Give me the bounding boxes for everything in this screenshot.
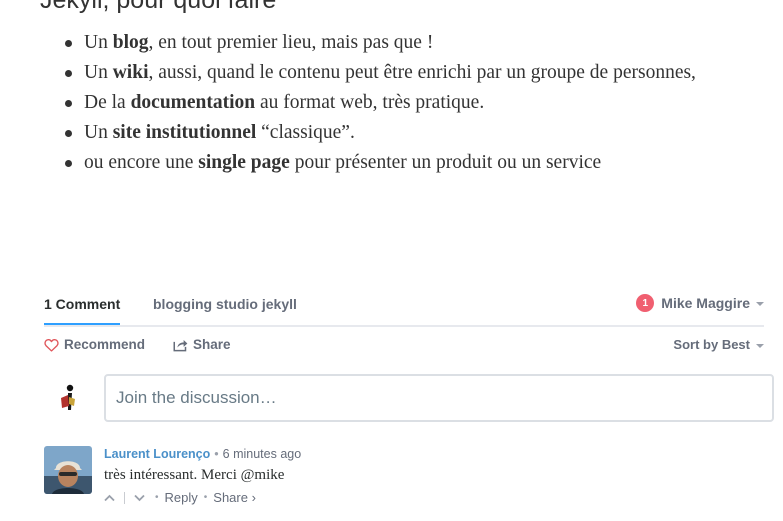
item-bold: site institutionnel [112,122,257,143]
list-item: Un site institutionnel “classique”. [62,118,752,148]
chevron-down-icon [756,343,764,348]
user-avatar[interactable] [56,384,82,414]
item-text: , en tout premier lieu, mais pas que ! [148,32,434,53]
item-bold: single page [198,152,290,173]
share-comment-button[interactable]: Share › [213,490,256,505]
recommend-label: Recommend [64,337,146,352]
item-text: , aussi, quand le contenu peut être enri… [148,62,696,83]
tab-community[interactable]: blogging studio jekyll [153,296,297,312]
sort-label: Sort by Best [673,337,750,352]
bullet-dot [65,160,72,167]
share-icon [173,339,188,351]
tab-comment-count[interactable]: 1 Comment [44,296,121,325]
list-item: De la documentation au format web, très … [62,88,752,118]
chevron-up-icon [104,494,115,501]
share-button[interactable]: Share [173,337,231,352]
comments-nav: 1 Comment blogging studio jekyll 1 Mike … [44,288,764,327]
share-label: Share [193,337,231,352]
commenter-avatar[interactable] [44,446,92,494]
comment-body: Laurent Lourenço • 6 minutes ago très inté… [104,446,754,505]
action-bar: Recommend Share Sort by Best [44,337,764,357]
list-item: Un blog, en tout premier lieu, mais pas … [62,28,752,58]
comment-footer: • Reply • Share › [104,490,754,505]
upvote-button[interactable] [104,491,115,505]
item-text: “classique”. [256,122,355,143]
comment-meta: Laurent Lourenço • 6 minutes ago [104,446,754,462]
chevron-down-icon [134,494,145,501]
footer-separator: • [155,492,159,503]
footer-separator: • [203,492,208,503]
bullet-dot [65,40,72,47]
sort-dropdown[interactable]: Sort by Best [673,337,764,352]
vote-divider [124,491,125,504]
article-heading: Jekyll, pour quoi faire [40,0,277,14]
item-bold: documentation [130,92,256,113]
item-text: Un [84,62,113,83]
chevron-down-icon[interactable] [756,301,764,306]
downvote-button[interactable] [134,491,145,505]
item-bold: wiki [112,62,149,83]
user-menu[interactable]: 1 Mike Maggire [636,293,764,312]
bullet-dot [65,70,72,77]
user-name[interactable]: Mike Maggire [661,295,750,311]
comment-text: très intéressant. Merci @mike [104,467,285,483]
item-text: De la [84,92,131,113]
item-text: au format web, très pratique. [255,92,485,113]
item-text: Un [84,32,113,53]
comment-author[interactable]: Laurent Lourenço [104,447,210,461]
item-text: Un [84,122,113,143]
meta-separator: • [214,447,219,461]
comment-timestamp[interactable]: 6 minutes ago [223,447,302,461]
recommend-button[interactable]: Recommend [44,337,145,352]
list-item: ou encore une single page pour présenter… [62,148,752,178]
bullet-dot [65,130,72,137]
join-discussion-input[interactable] [104,374,774,422]
item-bold: blog [112,32,149,53]
list-item: Un wiki, aussi, quand le contenu peut êt… [62,58,752,88]
heart-icon [44,338,59,352]
item-text: pour présenter un produit ou un service [289,152,602,173]
item-text: ou encore une [84,152,199,173]
bullet-dot [65,100,72,107]
notification-badge[interactable]: 1 [636,294,655,312]
reply-button[interactable]: Reply [165,490,198,505]
feature-list: Un blog, en tout premier lieu, mais pas … [62,28,752,178]
